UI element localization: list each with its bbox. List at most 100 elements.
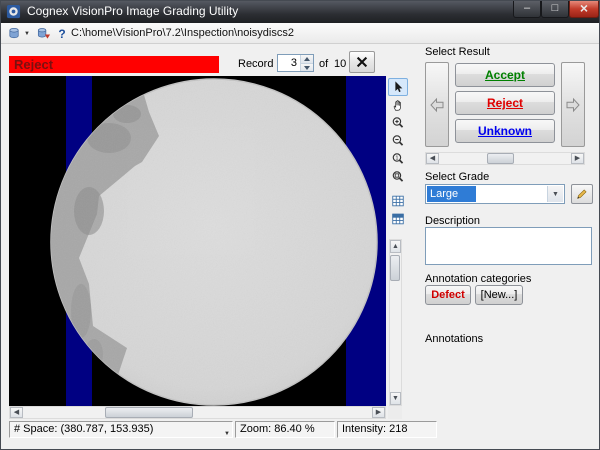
- zoom-level-label: Zoom: 86.40 %: [240, 423, 315, 435]
- status-space-panel: # Space: (380.787, 153.935) ▼: [9, 421, 233, 438]
- record-spin-up-button[interactable]: [301, 55, 313, 63]
- database-path-label: C:\home\VisionPro\7.2\Inspection\noisydi…: [71, 23, 294, 44]
- zoom-actual-icon: 1: [391, 152, 405, 166]
- x-icon: [355, 55, 369, 69]
- annotation-categories-label: Annotation categories: [425, 273, 531, 285]
- defect-category-button[interactable]: Defect: [425, 285, 471, 305]
- pan-tool-button[interactable]: [388, 96, 408, 114]
- record-scroll-right-button[interactable]: ▶: [571, 153, 584, 164]
- minimize-button[interactable]: –: [513, 1, 541, 18]
- record-scroll-left-button[interactable]: ◀: [426, 153, 439, 164]
- cursor-icon: [391, 80, 405, 94]
- grade-combobox[interactable]: Large ▼: [425, 184, 565, 204]
- v-scroll-thumb[interactable]: [390, 255, 400, 281]
- status-intensity-panel: Intensity: 218: [337, 421, 437, 438]
- title-bar[interactable]: Cognex VisionPro Image Grading Utility –…: [1, 1, 599, 23]
- scroll-left-button[interactable]: ◀: [10, 407, 23, 418]
- hand-icon: [391, 98, 405, 112]
- image-viewport[interactable]: [9, 76, 386, 406]
- description-input[interactable]: [425, 227, 592, 265]
- record-scroll-thumb[interactable]: [487, 153, 514, 164]
- noisy-disc-image: [9, 76, 386, 406]
- close-icon: ×: [580, 0, 588, 16]
- image-h-scrollbar[interactable]: ◀ ▶: [9, 406, 386, 419]
- maximize-button[interactable]: □: [541, 1, 569, 18]
- result-banner: Reject: [9, 56, 219, 73]
- scroll-down-button[interactable]: ▼: [390, 392, 401, 405]
- scrollbar-corner: [388, 406, 402, 419]
- status-zoom-panel: Zoom: 86.40 %: [235, 421, 335, 438]
- main-toolbar: ▼ ? C:\home\VisionPro\7.2\Inspection\noi…: [1, 23, 599, 44]
- record-spin-buttons: [300, 55, 313, 71]
- help-button[interactable]: ?: [53, 25, 71, 42]
- grid-icon: [391, 194, 405, 208]
- record-value: 3: [291, 56, 297, 70]
- record-label: Record: [238, 58, 273, 70]
- select-result-label: Select Result: [425, 46, 490, 58]
- reject-button[interactable]: Reject: [455, 91, 555, 115]
- h-scroll-thumb[interactable]: [105, 407, 193, 418]
- left-arrow-icon: ◀: [14, 409, 19, 416]
- select-grade-label: Select Grade: [425, 171, 489, 183]
- zoom-fit-button[interactable]: [388, 168, 408, 186]
- grade-dropdown-button[interactable]: ▼: [547, 186, 563, 202]
- svg-text:1: 1: [395, 156, 398, 162]
- zoom-fit-icon: [391, 170, 405, 184]
- save-dropdown-icon[interactable]: ▼: [24, 31, 30, 37]
- annotations-label: Annotations: [425, 333, 483, 345]
- right-arrow-icon: ▶: [575, 155, 580, 162]
- image-toolstrip: 1: [388, 78, 408, 228]
- left-block-arrow-icon: [429, 97, 445, 113]
- next-result-button[interactable]: [561, 62, 585, 147]
- down-triangle-icon: [304, 66, 310, 70]
- zoom-in-icon: [391, 116, 405, 130]
- record-total-label: 10: [334, 58, 346, 70]
- grid-filled-icon: [391, 212, 405, 226]
- right-arrow-icon: ▶: [376, 409, 381, 416]
- accept-button[interactable]: Accept: [455, 63, 555, 87]
- up-triangle-icon: [304, 57, 310, 61]
- record-scroll-track[interactable]: [439, 153, 571, 164]
- grade-selected-value: Large: [427, 186, 476, 202]
- v-scroll-track[interactable]: [390, 253, 401, 392]
- window-title: Cognex VisionPro Image Grading Utility: [27, 1, 238, 22]
- of-label: of: [319, 58, 328, 70]
- help-icon: ?: [58, 27, 65, 41]
- minimize-icon: –: [524, 2, 530, 14]
- maximize-icon: □: [552, 2, 559, 14]
- record-spin-down-button[interactable]: [301, 63, 313, 71]
- zoom-in-button[interactable]: [388, 114, 408, 132]
- image-v-scrollbar[interactable]: ▲ ▼: [389, 239, 402, 406]
- scroll-right-button[interactable]: ▶: [372, 407, 385, 418]
- edit-grades-button[interactable]: [571, 184, 593, 204]
- left-arrow-icon: ◀: [430, 155, 435, 162]
- save-database-button[interactable]: [5, 25, 23, 42]
- right-block-arrow-icon: [565, 97, 581, 113]
- zoom-out-button[interactable]: [388, 132, 408, 150]
- close-button[interactable]: ×: [569, 1, 599, 18]
- description-label: Description: [425, 215, 480, 227]
- h-scroll-track[interactable]: [23, 407, 372, 418]
- record-scrollbar[interactable]: ◀ ▶: [425, 152, 585, 165]
- dropdown-arrow-icon: ▼: [552, 191, 559, 198]
- app-window: Cognex VisionPro Image Grading Utility –…: [0, 0, 600, 450]
- scroll-up-button[interactable]: ▲: [390, 240, 401, 253]
- record-spinner[interactable]: 3: [277, 54, 314, 72]
- unknown-button[interactable]: Unknown: [455, 119, 555, 143]
- grid-toggle-button[interactable]: [388, 192, 408, 210]
- space-dropdown-icon[interactable]: ▼: [224, 427, 230, 438]
- zoom-actual-button[interactable]: 1: [388, 150, 408, 168]
- grid-header-toggle-button[interactable]: [388, 210, 408, 228]
- pencil-icon: [575, 187, 589, 201]
- space-coordinates-label: # Space: (380.787, 153.935): [14, 423, 153, 435]
- intensity-label: Intensity: 218: [342, 423, 407, 435]
- remove-record-button[interactable]: [349, 51, 375, 73]
- database-icon: [7, 26, 22, 41]
- new-category-button[interactable]: [New...]: [475, 285, 523, 305]
- pointer-tool-button[interactable]: [388, 78, 408, 96]
- database-refresh-icon: [36, 26, 51, 41]
- previous-result-button[interactable]: [425, 62, 449, 147]
- down-arrow-icon: ▼: [392, 395, 399, 402]
- zoom-out-icon: [391, 134, 405, 148]
- reload-database-button[interactable]: [34, 25, 52, 42]
